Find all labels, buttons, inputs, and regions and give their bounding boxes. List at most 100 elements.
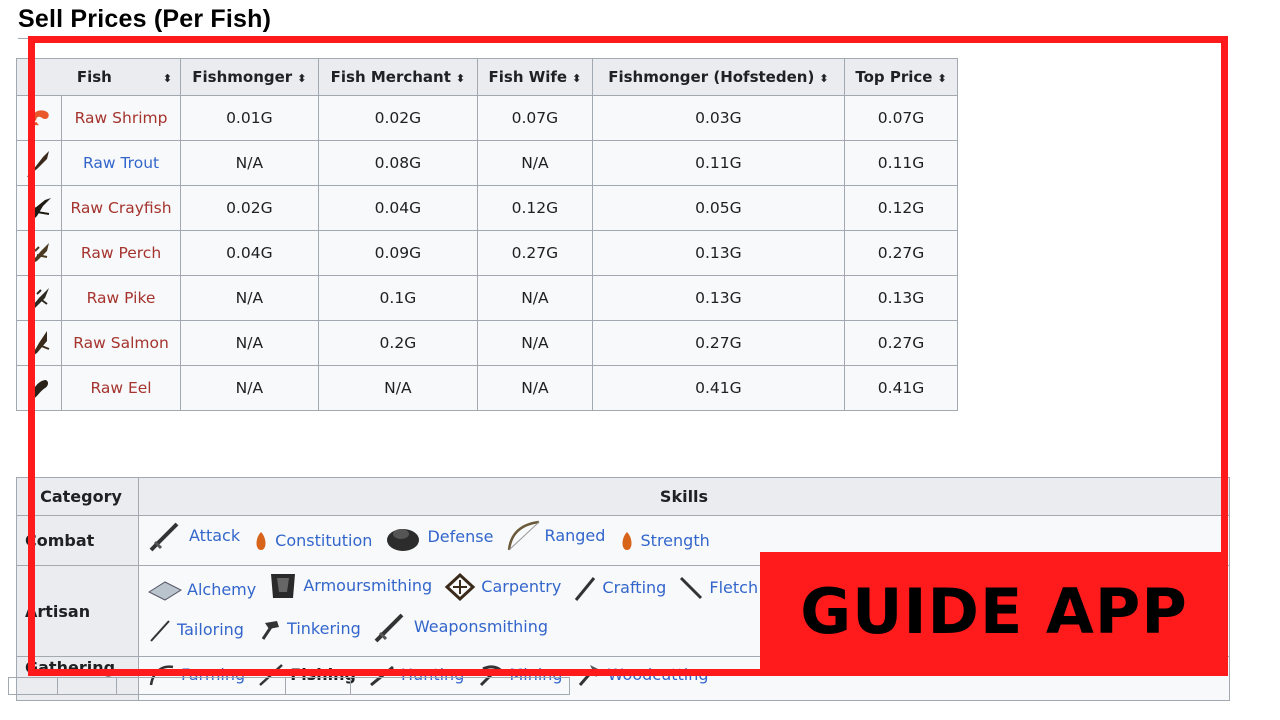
price-cell: 0.27G [844,320,958,366]
table-cell [350,677,570,695]
skill-link-attack[interactable]: Attack [147,520,240,552]
price-cell: N/A [477,365,593,411]
fish-link[interactable]: Raw Trout [83,154,159,172]
price-cell: 0.41G [844,365,958,411]
carpentry-icon [445,572,476,602]
skill-link-tailoring[interactable]: Tailoring [147,616,244,644]
skill-link-defense[interactable]: Defense [383,522,493,552]
sort-icon[interactable]: ⬍ [572,72,581,85]
bow-icon [507,520,539,551]
price-cell: 0.02G [180,185,319,231]
column-header-fishmonger-hofsteden[interactable]: Fishmonger (Hofsteden) ⬍ [591,58,846,96]
sword-icon [374,613,404,643]
sort-icon[interactable]: ⬍ [163,72,172,85]
category-label: Artisan [16,565,139,657]
price-cell: 0.09G [317,230,479,276]
sort-icon[interactable]: ⬍ [456,72,465,85]
column-header-fish[interactable]: Fish ⬍ [15,58,182,96]
pike-icon [29,288,49,310]
skill-label: Woodcutting [607,665,709,684]
section-title: Sell Prices (Per Fish) [18,5,272,33]
hammer-icon [261,621,280,640]
table-row: Raw Shrimp 0.01G 0.02G 0.07G 0.03G 0.07G [16,95,958,141]
price-cell: 0.41G [591,365,846,411]
fish-name-cell: Raw Salmon [60,320,182,366]
column-header-fish-merchant[interactable]: Fish Merchant ⬍ [317,58,479,96]
fish-name-cell: Raw Eel [60,365,182,411]
skill-label: Armoursmithing [303,576,433,595]
price-cell: N/A [317,365,479,411]
column-header-fish-wife[interactable]: Fish Wife ⬍ [477,58,593,96]
fish-link[interactable]: Raw Pike [87,289,156,307]
price-cell: 0.13G [844,275,958,321]
constitution-icon [256,532,266,550]
sell-prices-table: Fish ⬍ Fishmonger ⬍ Fish Merchant ⬍ Fish Wi… [15,58,958,411]
fish-link[interactable]: Raw Salmon [73,334,169,352]
fish-icon-cell [16,95,62,141]
sort-icon[interactable]: ⬍ [937,72,946,85]
price-cell: 0.2G [317,320,479,366]
fish-icon-cell [16,365,62,411]
skill-link-ranged[interactable]: Ranged [505,520,605,552]
fish-name-cell: Raw Pike [60,275,182,321]
gauntlet-icon [387,529,420,551]
fish-link[interactable]: Raw Shrimp [75,109,168,127]
axe-icon [578,665,602,686]
fish-icon-cell [16,275,62,321]
skill-label: Crafting [602,578,667,597]
trailing-table-edge [8,677,570,695]
skill-label: Weaponsmithing [413,617,548,636]
armour-icon [271,574,296,598]
skill-link-strength[interactable]: Strength [617,527,710,555]
crayfish-icon [28,198,51,222]
price-cell: N/A [180,275,319,321]
sort-icon[interactable]: ⬍ [819,72,828,85]
skill-link-constitution[interactable]: Constitution [251,527,372,555]
skill-link-weaponsmithing[interactable]: Weaponsmithing [372,611,548,643]
skill-link-crafting[interactable]: Crafting [572,574,666,602]
column-header-fishmonger[interactable]: Fishmonger ⬍ [180,58,319,96]
price-cell: 0.07G [477,95,593,141]
price-cell: 0.08G [317,140,479,186]
prices-header-row: Fish ⬍ Fishmonger ⬍ Fish Merchant ⬍ Fish Wi… [15,58,958,96]
skills-header: Skills [138,477,1230,516]
category-label: Combat [16,515,139,566]
banner-text: GUIDE APP [800,574,1188,648]
price-cell: 0.13G [591,230,846,276]
title-divider [18,38,1228,39]
price-cell: 0.27G [844,230,958,276]
price-cell: 0.05G [591,185,846,231]
skill-label: Tinkering [287,619,361,638]
price-cell: N/A [180,365,319,411]
table-cell [57,677,117,695]
skill-label: Tailoring [177,620,244,639]
sort-icon[interactable]: ⬍ [297,72,306,85]
fish-link[interactable]: Raw Eel [90,379,151,397]
price-cell: 0.11G [591,140,846,186]
skill-label: Fletch [709,578,759,597]
price-cell: 0.07G [844,95,958,141]
table-row: Raw Eel N/A N/A N/A 0.41G 0.41G [16,365,958,411]
skill-link-armoursmithing[interactable]: Armoursmithing [267,570,432,602]
skill-label: Attack [189,526,241,545]
column-header-label: Fish [76,68,112,86]
skill-link-woodcutting[interactable]: Woodcutting [574,661,709,689]
sword-icon [149,522,179,552]
skill-link-alchemy[interactable]: Alchemy [147,576,256,604]
fish-link[interactable]: Raw Perch [81,244,161,262]
price-cell: 0.04G [317,185,479,231]
price-cell: 0.12G [477,185,593,231]
skill-link-carpentry[interactable]: Carpentry [443,572,561,602]
trout-icon [27,151,49,177]
column-header-top-price[interactable]: Top Price ⬍ [844,58,958,96]
column-header-label: Fish Wife [488,68,568,86]
table-row: Raw Trout N/A 0.08G N/A 0.11G 0.11G [16,140,958,186]
fish-link[interactable]: Raw Crayfish [71,199,172,217]
price-cell: N/A [477,140,593,186]
skill-link-tinkering[interactable]: Tinkering [255,615,361,643]
column-header-label: Fishmonger (Hofsteden) [608,68,815,86]
skill-link-fletching[interactable]: Fletch [677,574,758,602]
table-cell [116,677,286,695]
fish-icon-cell [16,140,62,186]
skill-label: Alchemy [187,580,257,599]
